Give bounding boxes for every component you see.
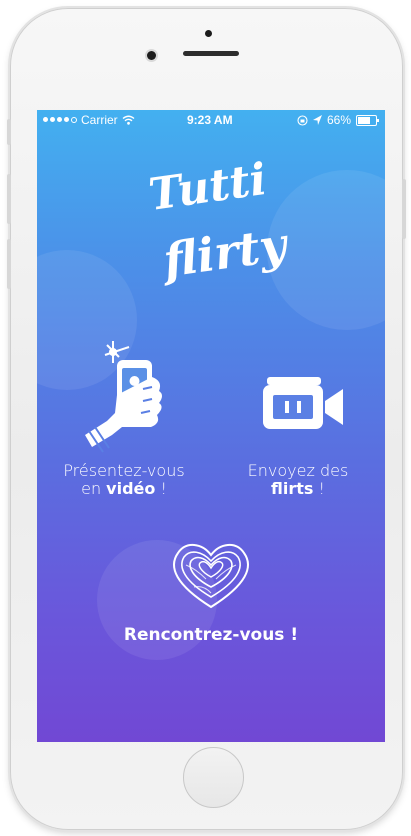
location-arrow-icon <box>312 115 322 125</box>
rotation-lock-icon <box>297 114 308 126</box>
earpiece-speaker <box>183 51 239 56</box>
feature-flirts[interactable]: Envoyez des flirts ! <box>211 335 385 515</box>
feature-video[interactable]: Présentez-vous en vidéo ! <box>37 335 211 515</box>
volume-down-button <box>7 239 11 289</box>
status-bar: Carrier 9:23 AM 66% <box>37 110 385 130</box>
fingerprint-heart-icon <box>173 544 249 609</box>
feature-flirts-line1: Envoyez des <box>247 461 349 480</box>
status-time: 9:23 AM <box>187 113 233 127</box>
wifi-icon <box>122 115 135 125</box>
feature-video-bold: vidéo <box>106 479 156 498</box>
battery-percent: 66% <box>326 113 351 127</box>
feature-video-line1: Présentez-vous <box>63 461 185 480</box>
tutti-flirty-logo: Tutti flirty <box>146 154 293 288</box>
feature-video-suffix: ! <box>155 479 167 498</box>
feature-flirts-suffix: ! <box>313 479 325 498</box>
power-button <box>402 179 406 239</box>
signal-strength-icon <box>43 117 77 123</box>
feature-video-prefix: en <box>81 479 107 498</box>
app-screen: Carrier 9:23 AM 66% Tutti flirty Présent… <box>37 110 385 742</box>
video-camera-icon <box>263 377 343 429</box>
feature-flirts-bold: flirts <box>271 479 314 498</box>
carrier-label: Carrier <box>81 113 118 127</box>
mute-switch <box>7 119 11 145</box>
hand-phone-selfie-icon <box>85 341 162 453</box>
battery-icon <box>356 114 379 126</box>
home-button[interactable] <box>183 747 244 808</box>
logo-line-1: Tutti <box>146 154 270 221</box>
volume-up-button <box>7 174 11 224</box>
logo-line-2: flirty <box>157 217 293 288</box>
proximity-sensor <box>205 30 212 37</box>
rencontrez-vous-button[interactable]: Rencontrez-vous ! <box>37 625 385 645</box>
front-camera <box>147 51 156 60</box>
